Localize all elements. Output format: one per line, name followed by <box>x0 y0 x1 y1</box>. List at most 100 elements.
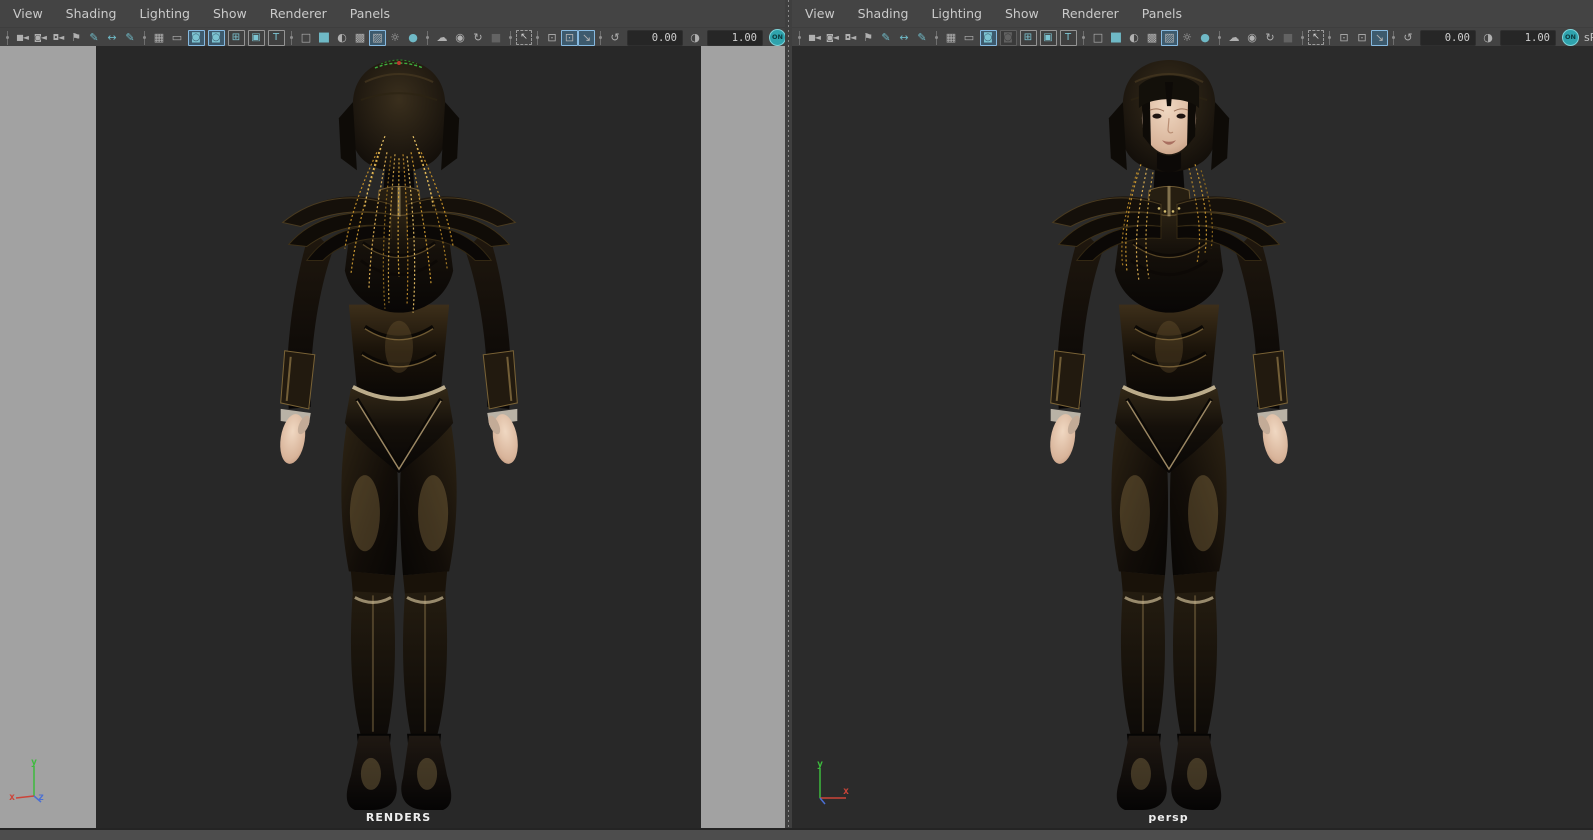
shade-textured-ball-icon[interactable]: ◐ <box>1125 29 1143 46</box>
menu-panels[interactable]: Panels <box>350 6 390 21</box>
color-management-toggle[interactable]: ON <box>769 29 785 46</box>
grid-icon[interactable]: ▦ <box>150 29 168 46</box>
shade-textured-ball-icon[interactable]: ◐ <box>333 29 351 46</box>
resolution-gate-icon[interactable]: ◙ <box>979 29 997 46</box>
bookmark-icon[interactable]: ⚑ <box>67 29 85 46</box>
selection-highlight-icon[interactable]: ↘ <box>578 29 595 46</box>
use-default-material-icon[interactable]: ▨ <box>1161 29 1178 46</box>
exposure-field[interactable]: 0.00 <box>1420 29 1476 46</box>
grease-pencil-icon[interactable]: ✎ <box>913 29 931 46</box>
film-gate-icon[interactable]: ▭ <box>168 29 186 46</box>
selection-highlight-icon[interactable]: ↘ <box>1371 29 1388 46</box>
srgb-gamma-label: sR <box>1584 31 1593 44</box>
shadows-icon[interactable]: ● <box>1196 29 1214 46</box>
use-default-material-icon[interactable]: ▨ <box>369 29 386 46</box>
menu-shading[interactable]: Shading <box>858 6 909 21</box>
anti-alias-icon[interactable]: ↻ <box>1261 29 1279 46</box>
exposure-icon: ↺ <box>610 31 620 44</box>
menu-renderer[interactable]: Renderer <box>1062 6 1119 21</box>
select-camera-icon[interactable]: ■◄ <box>805 29 823 46</box>
shade-textured-cube-icon[interactable]: ▩ <box>351 29 369 46</box>
anti-alias-icon[interactable]: ↻ <box>469 29 487 46</box>
gamma-icon: ◑ <box>690 31 700 44</box>
toolbar-separator <box>1327 30 1332 45</box>
resolution-gate-icon[interactable]: ◙ <box>187 29 205 46</box>
depth-of-field-icon[interactable]: ◉ <box>451 29 469 46</box>
gate-mask-icon[interactable]: ◙ <box>207 29 225 46</box>
svg-text:z: z <box>38 792 44 803</box>
wireframe-icon[interactable]: □ <box>1089 29 1107 46</box>
color-management-toggle[interactable]: ON <box>1562 29 1579 46</box>
safe-title-icon[interactable]: T <box>1059 29 1077 46</box>
axis-gizmo: y x z <box>9 758 44 803</box>
panel-toolbar: ■◄ ◙◄ ◘◄ ⚑ ✎ ↔ ✎ ▦ ▭ ◙ ◙ ⊞ ▣ T □ ■ ◐ ▩ ▨… <box>792 28 1593 48</box>
panel-persp: View Shading Lighting Show Renderer Pane… <box>792 0 1593 828</box>
character-model-back <box>248 56 550 814</box>
lights-icon[interactable]: ☼ <box>386 29 404 46</box>
select-camera-icon[interactable]: ■◄ <box>13 29 31 46</box>
xray-icon[interactable]: ⊡ <box>1335 29 1353 46</box>
image-plane-icon[interactable]: ✎ <box>85 29 103 46</box>
wireframe-icon[interactable]: □ <box>297 29 315 46</box>
menu-show[interactable]: Show <box>1005 6 1039 21</box>
menu-renderer[interactable]: Renderer <box>270 6 327 21</box>
gamma-field[interactable]: 1.00 <box>707 29 763 46</box>
exposure-field[interactable]: 0.00 <box>627 29 683 46</box>
viewport-persp[interactable]: persp y x <box>792 46 1593 828</box>
field-chart-icon[interactable]: ⊞ <box>1019 29 1037 46</box>
menu-shading[interactable]: Shading <box>66 6 117 21</box>
ambient-occlusion-icon[interactable]: ■ <box>487 29 505 46</box>
svg-text:y: y <box>31 758 37 768</box>
menu-panels[interactable]: Panels <box>1142 6 1182 21</box>
xray-icon[interactable]: ⊡ <box>543 29 561 46</box>
resolution-gate-area[interactable]: RENDERS <box>96 46 701 828</box>
fog-icon[interactable]: ☁ <box>1225 29 1243 46</box>
svg-text:x: x <box>9 792 15 803</box>
fog-icon[interactable]: ☁ <box>433 29 451 46</box>
safe-action-icon[interactable]: ▣ <box>1039 29 1057 46</box>
viewport-renders[interactable]: RENDERS y x z <box>0 46 785 828</box>
image-plane-icon[interactable]: ✎ <box>877 29 895 46</box>
isolate-select-icon[interactable]: ↖ <box>516 30 532 45</box>
depth-of-field-icon[interactable]: ◉ <box>1243 29 1261 46</box>
film-gate-icon[interactable]: ▭ <box>960 29 978 46</box>
toolbar-separator <box>535 30 540 45</box>
menu-show[interactable]: Show <box>213 6 247 21</box>
lock-camera-icon[interactable]: ◙◄ <box>31 29 49 46</box>
shadows-icon[interactable]: ● <box>404 29 422 46</box>
panel-divider[interactable] <box>785 0 792 828</box>
toolbar-separator <box>289 30 294 45</box>
gate-mask-icon[interactable]: ◙ <box>999 29 1017 46</box>
field-chart-icon[interactable]: ⊞ <box>227 29 245 46</box>
safe-title-icon[interactable]: T <box>267 29 285 46</box>
grid-icon[interactable]: ▦ <box>942 29 960 46</box>
maya-viewport-workspace: View Shading Lighting Show Renderer Pane… <box>0 0 1593 840</box>
gamma-icon: ◑ <box>1483 31 1493 44</box>
toolbar-separator <box>598 30 603 45</box>
camera-attributes-icon[interactable]: ◘◄ <box>841 29 859 46</box>
safe-action-icon[interactable]: ▣ <box>247 29 265 46</box>
panel-menu-bar: View Shading Lighting Show Renderer Pane… <box>0 0 785 28</box>
xray-joints-icon[interactable]: ⊡ <box>1353 29 1371 46</box>
pan-zoom-icon[interactable]: ↔ <box>103 29 121 46</box>
bookmark-icon[interactable]: ⚑ <box>859 29 877 46</box>
menu-view[interactable]: View <box>13 6 43 21</box>
shade-textured-cube-icon[interactable]: ▩ <box>1143 29 1161 46</box>
menu-lighting[interactable]: Lighting <box>139 6 190 21</box>
window-bottom-edge <box>0 828 1593 840</box>
svg-text:y: y <box>817 760 823 770</box>
menu-view[interactable]: View <box>805 6 835 21</box>
smooth-shade-icon[interactable]: ■ <box>315 29 333 46</box>
xray-joints-icon[interactable]: ⊡ <box>561 29 578 46</box>
gamma-field[interactable]: 1.00 <box>1500 29 1556 46</box>
lock-camera-icon[interactable]: ◙◄ <box>823 29 841 46</box>
isolate-select-icon[interactable]: ↖ <box>1308 30 1324 45</box>
menu-lighting[interactable]: Lighting <box>931 6 982 21</box>
toolbar-separator <box>1391 30 1396 45</box>
lights-icon[interactable]: ☼ <box>1178 29 1196 46</box>
ambient-occlusion-icon[interactable]: ■ <box>1279 29 1297 46</box>
camera-attributes-icon[interactable]: ◘◄ <box>49 29 67 46</box>
smooth-shade-icon[interactable]: ■ <box>1107 29 1125 46</box>
grease-pencil-icon[interactable]: ✎ <box>121 29 139 46</box>
pan-zoom-icon[interactable]: ↔ <box>895 29 913 46</box>
